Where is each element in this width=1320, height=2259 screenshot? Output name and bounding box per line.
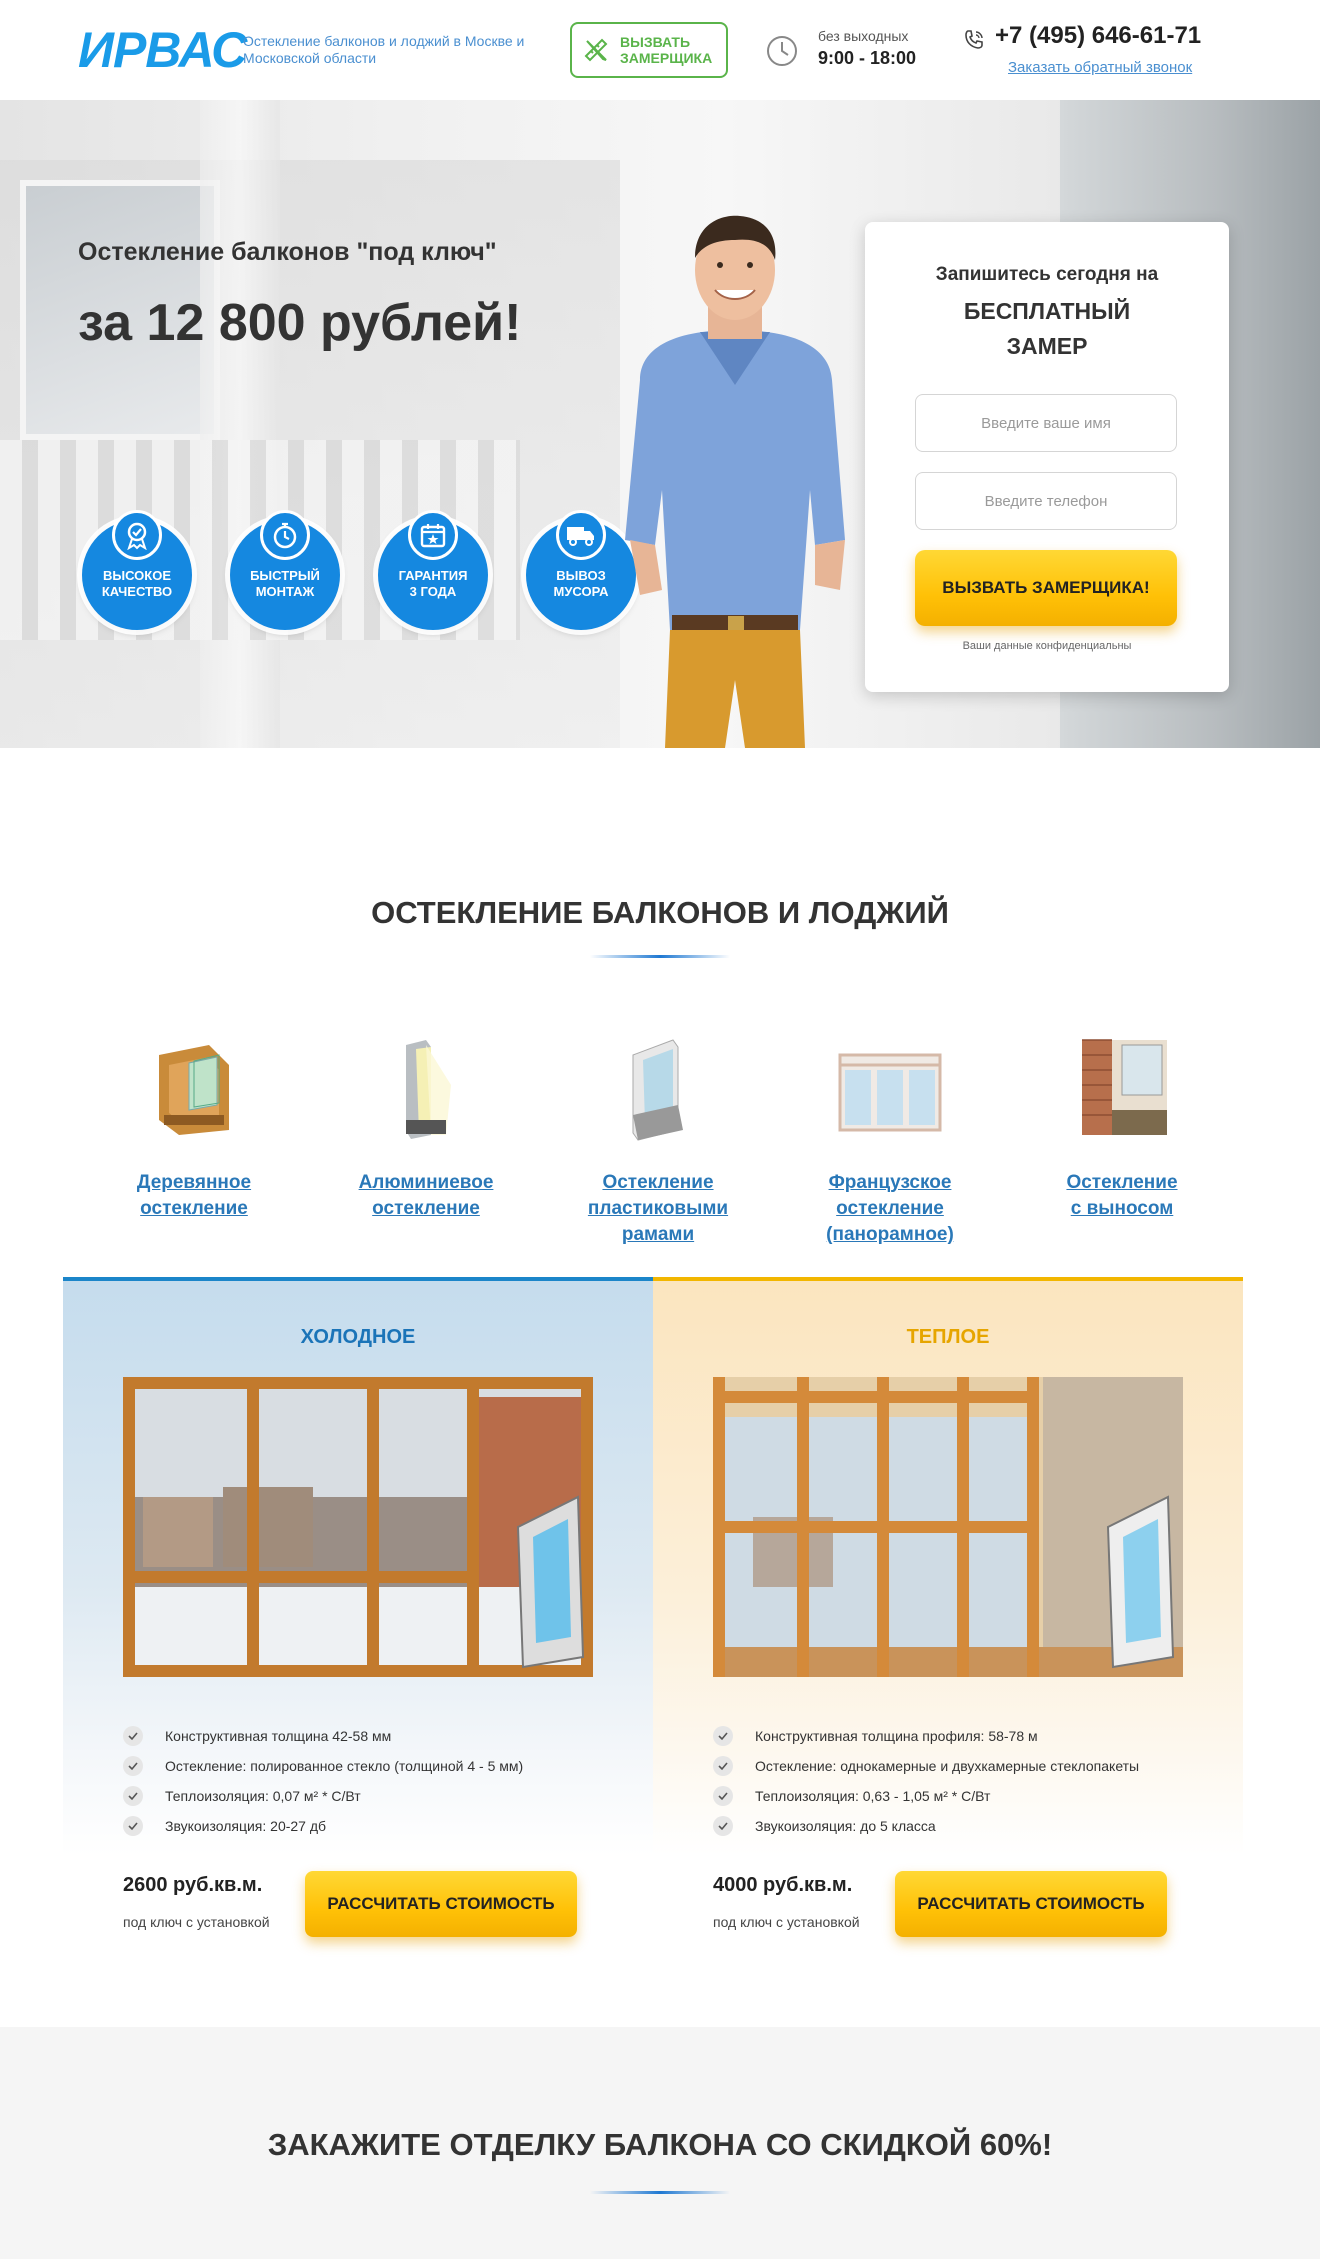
hero-price-headline: за 12 800 рублей! [78, 294, 522, 352]
glazing-title-underline [590, 955, 730, 958]
hero-subtitle: Остекление балконов "под ключ" [78, 238, 497, 266]
checkmark-icon [123, 1816, 143, 1836]
ruler-pencil-icon [584, 38, 608, 62]
hours-value: 9:00 - 18:00 [818, 48, 917, 68]
warm-feature-item: Звукоизоляция: до 5 класса [713, 1811, 1139, 1841]
cold-feature-item: Конструктивная толщина 42-58 мм [123, 1721, 523, 1751]
warm-calculate-button[interactable]: РАССЧИТАТЬ СТОИМОСТЬ [895, 1871, 1167, 1937]
cold-title: ХОЛОДНОЕ [300, 1326, 416, 1348]
category-extended-link[interactable]: Остекление с выносом [1006, 1170, 1238, 1222]
promo-section: ЗАКАЖИТЕ ОТДЕЛКУ БАЛКОНА СО СКИДКОЙ 60%! [0, 2027, 1320, 2259]
glazing-categories: Деревянное остекление Алюминиевое остекл… [78, 1035, 1242, 1245]
checkmark-icon [713, 1816, 733, 1836]
truck-icon [556, 510, 606, 560]
warm-feature-item: Остекление: однокамерные и двухкамерные … [713, 1751, 1139, 1781]
badge-warranty: ГАРАНТИЯ 3 ГОДА [378, 510, 488, 630]
wooden-frame-icon [159, 1045, 229, 1135]
cold-feature-item: Остекление: полированное стекло (толщино… [123, 1751, 523, 1781]
warm-feature-item: Конструктивная толщина профиля: 58-78 м [713, 1721, 1139, 1751]
measurement-request-form: Запишитесь сегодня на БЕСПЛАТНЫЙ ЗАМЕР В… [865, 222, 1229, 692]
warm-price: 4000 руб.кв.м. [713, 1874, 853, 1896]
form-title-line1: Запишитесь сегодня на [935, 264, 1159, 285]
warm-glazing-card: ТЕПЛОЕ Конструктивная толщина профиля: 5… [653, 1277, 1243, 1957]
badge-warranty-label: ГАРАНТИЯ 3 ГОДА [398, 568, 468, 599]
logo[interactable]: ИРВАС [78, 22, 247, 78]
badge-quality-label: ВЫСОКОЕ КАЧЕСТВО [101, 568, 173, 599]
checkmark-icon [713, 1726, 733, 1746]
badge-quality: ВЫСОКОЕ КАЧЕСТВО [82, 510, 192, 630]
call-surveyor-submit-button[interactable]: ВЫЗВАТЬ ЗАМЕРЩИКА! [915, 550, 1177, 626]
medal-icon [112, 510, 162, 560]
category-extended: Остекление с выносом [1006, 1035, 1238, 1222]
name-input[interactable] [915, 394, 1177, 452]
hours-label: без выходных [818, 28, 909, 44]
stopwatch-icon [260, 510, 310, 560]
category-aluminum-link[interactable]: Алюминиевое остекление [310, 1170, 542, 1222]
hero-man-image [625, 215, 845, 748]
form-title-line2: БЕСПЛАТНЫЙ ЗАМЕР [963, 298, 1131, 359]
warm-features-list: Конструктивная толщина профиля: 58-78 м … [713, 1721, 1139, 1841]
cold-calculate-button[interactable]: РАССЧИТАТЬ СТОИМОСТЬ [305, 1871, 577, 1937]
site-header: ИРВАС Остекление балконов и лоджий в Мос… [0, 0, 1320, 100]
checkmark-icon [713, 1756, 733, 1776]
checkmark-icon [123, 1726, 143, 1746]
checkmark-icon [123, 1786, 143, 1806]
header-tagline: Остекление балконов и лоджий в Москве и … [243, 33, 525, 66]
glazing-section-title: ОСТЕКЛЕНИЕ БАЛКОНОВ И ЛОДЖИЙ [371, 895, 949, 930]
category-french: Французское остекление (панорамное) [774, 1035, 1006, 1248]
category-plastic-link[interactable]: Остекление пластиковыми рамами [542, 1170, 774, 1248]
warm-feature-item: Теплоизоляция: 0,63 - 1,05 м² * С/Вт [713, 1781, 1139, 1811]
callback-link[interactable]: Заказать обратный звонок [1008, 59, 1192, 76]
call-surveyor-header-label: ВЫЗВАТЬ ЗАМЕРЩИКА [620, 34, 713, 66]
hero-section: Остекление балконов "под ключ" за 12 800… [0, 100, 1320, 748]
promo-title-underline [590, 2191, 730, 2194]
panoramic-frame-icon [838, 1053, 942, 1132]
cold-glazing-card: ХОЛОДНОЕ Конструктивная толщина 42-58 мм… [63, 1277, 653, 1957]
calendar-star-icon [408, 510, 458, 560]
extended-balcony-icon [1082, 1039, 1167, 1135]
clock-icon [767, 36, 797, 66]
category-plastic: Остекление пластиковыми рамами [542, 1035, 774, 1248]
checkmark-icon [713, 1786, 733, 1806]
cold-features-list: Конструктивная толщина 42-58 мм Остеклен… [123, 1721, 523, 1841]
warm-price-note: под ключ с установкой [713, 1914, 860, 1930]
call-surveyor-header-button[interactable]: ВЫЗВАТЬ ЗАМЕРЩИКА [570, 22, 728, 78]
category-wooden-link[interactable]: Деревянное остекление [78, 1170, 310, 1222]
badge-fast-install: БЫСТРЫЙ МОНТАЖ [230, 510, 340, 630]
badge-fast-install-label: БЫСТРЫЙ МОНТАЖ [250, 568, 320, 599]
cold-price-note: под ключ с установкой [123, 1914, 270, 1930]
phone-number[interactable]: +7 (495) 646-61-71 [995, 22, 1201, 50]
privacy-note: Ваши данные конфиденциальны [962, 640, 1132, 652]
category-french-link[interactable]: Французское остекление (панорамное) [774, 1170, 1006, 1248]
cold-feature-item: Теплоизоляция: 0,07 м² * С/Вт [123, 1781, 523, 1811]
hero-background-column [200, 100, 280, 748]
aluminum-frame-icon [406, 1040, 451, 1139]
cold-feature-item: Звукоизоляция: 20-27 дб [123, 1811, 523, 1841]
checkmark-icon [123, 1756, 143, 1776]
phone-input[interactable] [915, 472, 1177, 530]
cold-price: 2600 руб.кв.м. [123, 1874, 263, 1896]
warm-title: ТЕПЛОЕ [906, 1326, 990, 1348]
category-aluminum: Алюминиевое остекление [310, 1035, 542, 1222]
phone-icon [965, 30, 983, 49]
promo-title: ЗАКАЖИТЕ ОТДЕЛКУ БАЛКОНА СО СКИДКОЙ 60%! [267, 2127, 1053, 2162]
warm-glazing-photo [713, 1377, 1183, 1677]
category-wooden: Деревянное остекление [78, 1035, 310, 1222]
cold-glazing-photo [123, 1377, 593, 1677]
plastic-frame-icon [632, 1039, 683, 1141]
